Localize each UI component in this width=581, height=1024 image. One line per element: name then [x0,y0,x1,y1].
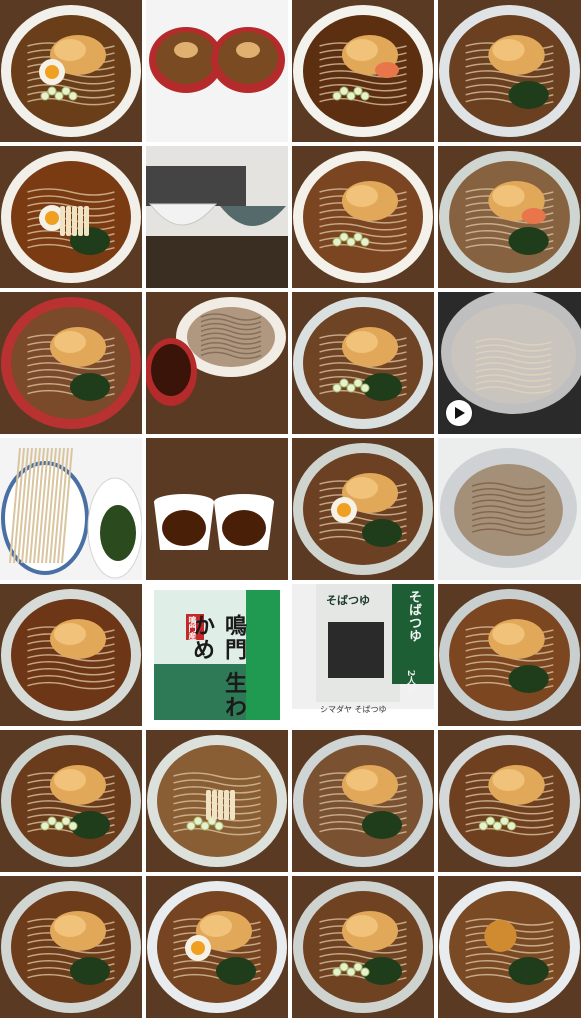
photo-thumbnail [146,730,288,872]
photo-tile[interactable]: そばつゆ そばつゆ 2人前シマダヤ そばつゆ [292,584,434,726]
price-label: シマダヤ そばつゆ [320,705,387,714]
photo-tile[interactable] [146,146,288,288]
photo-thumbnail [292,876,434,1018]
photo-thumbnail [0,876,142,1018]
photo-tile[interactable] [146,876,288,1018]
photo-thumbnail [438,584,581,726]
photo-thumbnail [0,292,142,434]
photo-thumbnail [146,876,288,1018]
photo-tile[interactable] [292,730,434,872]
photo-tile[interactable] [438,146,581,288]
photo-tile[interactable] [438,0,581,142]
photo-thumbnail [0,584,142,726]
photo-tile[interactable] [146,730,288,872]
photo-tile[interactable] [292,876,434,1018]
photo-thumbnail [292,146,434,288]
package-servings: 2人前 [405,670,415,695]
package-tag: 鳴門産 [188,616,198,640]
photo-tile[interactable] [0,730,142,872]
package-vertical-title: そばつゆ [406,590,421,642]
photo-thumbnail [0,0,142,142]
photo-tile[interactable] [0,876,142,1018]
photo-tile[interactable] [438,584,581,726]
photo-tile[interactable]: 鳴門 生わかめ 鳴門産 [146,584,288,726]
photo-thumbnail [146,0,288,142]
photo-thumbnail [438,438,581,580]
photo-tile[interactable] [0,146,142,288]
photo-thumbnail [438,146,581,288]
photo-tile[interactable] [0,438,142,580]
photo-thumbnail [146,292,288,434]
photo-thumbnail [292,438,434,580]
photo-thumbnail [292,292,434,434]
photo-grid: 鳴門 生わかめ 鳴門産 そばつゆ そばつゆ 2人前シマダヤ そばつゆ [0,0,581,1018]
photo-thumbnail [0,438,142,580]
photo-tile[interactable] [292,292,434,434]
photo-thumbnail [146,146,288,288]
photo-thumbnail [438,0,581,142]
photo-tile[interactable] [292,0,434,142]
photo-tile[interactable] [438,438,581,580]
photo-tile[interactable] [146,0,288,142]
photo-tile[interactable] [146,438,288,580]
photo-tile[interactable] [146,292,288,434]
package-title: そばつゆ [326,594,370,607]
play-icon[interactable] [446,400,472,426]
photo-thumbnail [292,730,434,872]
photo-tile[interactable] [292,438,434,580]
photo-thumbnail [146,438,288,580]
photo-tile[interactable] [438,730,581,872]
photo-tile[interactable] [0,292,142,434]
photo-tile[interactable] [292,146,434,288]
photo-thumbnail [0,146,142,288]
photo-tile[interactable] [0,0,142,142]
photo-thumbnail [0,730,142,872]
photo-tile[interactable] [438,292,581,434]
photo-thumbnail [292,0,434,142]
photo-tile[interactable] [0,584,142,726]
photo-thumbnail [438,730,581,872]
photo-thumbnail [438,876,581,1018]
photo-tile[interactable] [438,876,581,1018]
